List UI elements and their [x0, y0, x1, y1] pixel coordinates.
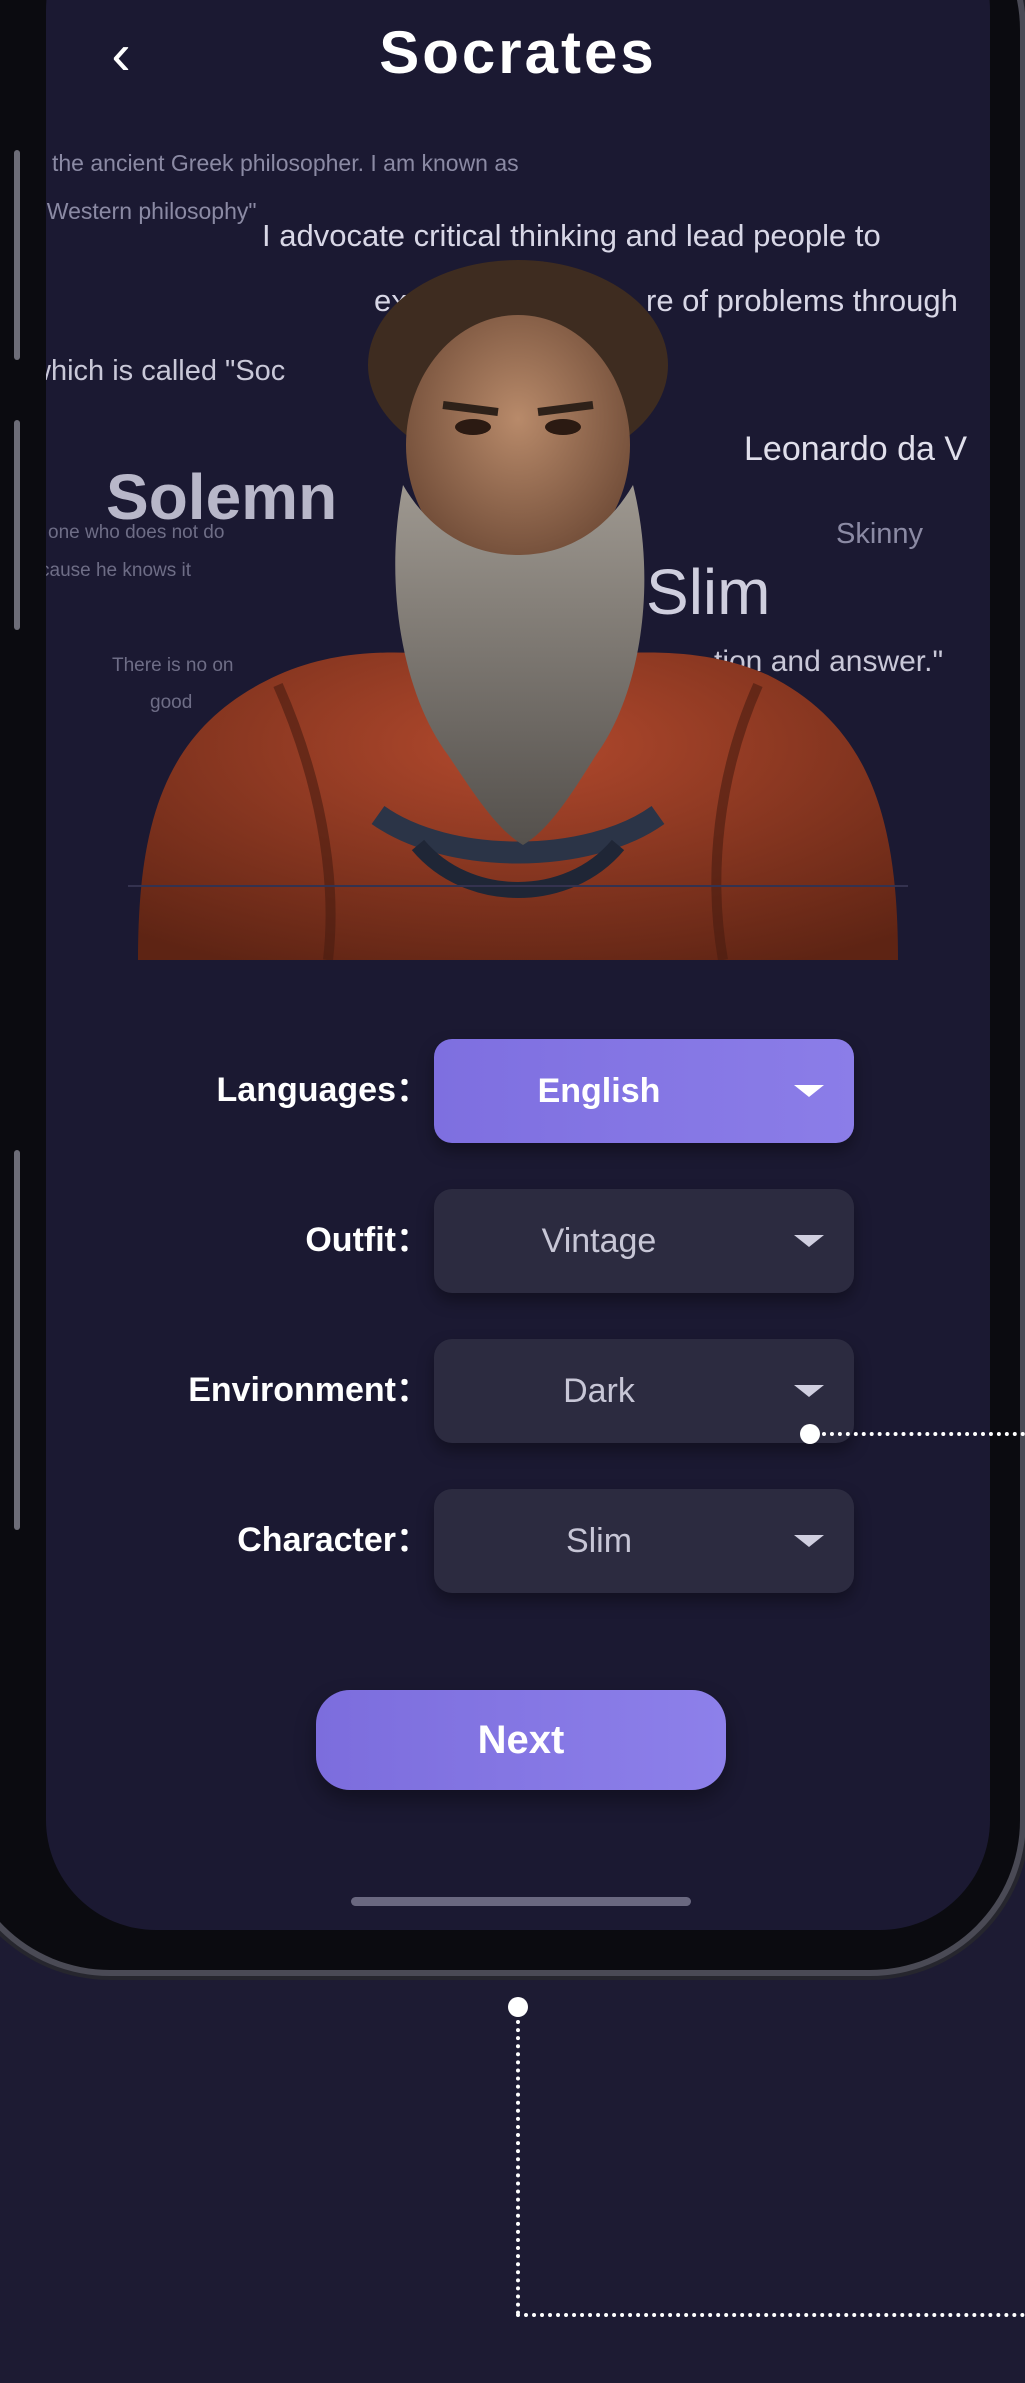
eye-shape: [455, 419, 491, 435]
caret-down-icon: [794, 1385, 824, 1397]
home-indicator: [351, 1897, 691, 1906]
nav-bar: ‹ Socrates: [46, 0, 990, 130]
languages-label: Languages：: [216, 1071, 430, 1109]
phone-side-button: [14, 150, 20, 360]
page-title: Socrates: [379, 19, 657, 86]
languages-row: Languages： English: [46, 1035, 990, 1145]
character-value: Slim: [565, 1522, 633, 1560]
next-button[interactable]: Next: [316, 1690, 726, 1790]
caret-down-icon: [794, 1085, 824, 1097]
character-select[interactable]: Slim: [434, 1489, 854, 1593]
connector-line: [822, 1432, 1025, 1436]
phone-side-button: [14, 420, 20, 630]
cloud-text: I advocate critical thinking and lead pe…: [262, 218, 881, 253]
character-row: Character： Slim: [46, 1485, 990, 1595]
cloud-text: the ancient Greek philosopher. I am know…: [52, 150, 519, 176]
cloud-text: f Western philosophy": [46, 198, 257, 224]
divider: [128, 885, 908, 887]
outfit-row: Outfit： Vintage: [46, 1185, 990, 1295]
connector-line: [516, 2313, 1025, 2317]
phone-side-button: [14, 1150, 20, 1530]
languages-value: English: [537, 1072, 661, 1110]
environment-label: Environment：: [188, 1371, 430, 1409]
environment-select[interactable]: Dark: [434, 1339, 854, 1443]
outfit-label: Outfit：: [305, 1221, 430, 1259]
character-label: Character：: [237, 1521, 430, 1559]
outfit-value: Vintage: [541, 1222, 657, 1260]
eye-shape: [545, 419, 581, 435]
connector-dot: [800, 1424, 820, 1444]
caret-down-icon: [794, 1535, 824, 1547]
caret-down-icon: [794, 1235, 824, 1247]
environment-row: Environment： Dark: [46, 1335, 990, 1445]
app-screen: ‹ Socrates the ancient Greek philosopher…: [46, 0, 990, 1930]
socrates-portrait: [138, 260, 898, 960]
connector-dot: [508, 1997, 528, 2017]
connector-line: [516, 2020, 520, 2315]
environment-value: Dark: [563, 1372, 635, 1410]
languages-select[interactable]: English: [434, 1039, 854, 1143]
outfit-select[interactable]: Vintage: [434, 1189, 854, 1293]
